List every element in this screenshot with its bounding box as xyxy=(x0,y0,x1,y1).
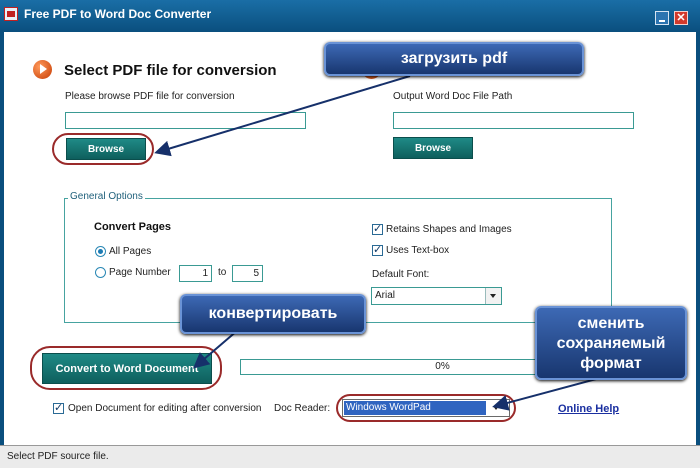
callout-format-line3: формат xyxy=(580,355,642,372)
callout-format-line1: сменить xyxy=(577,315,645,332)
app-window: Free PDF to Word Doc Converter ✕ Select … xyxy=(0,0,700,468)
format-arrow xyxy=(492,377,601,411)
callout-change-format: сменить сохраняемый формат xyxy=(535,306,687,380)
callout-upload-pdf: загрузить pdf xyxy=(324,42,584,76)
upload-arrow xyxy=(154,75,411,157)
callout-convert: конвертировать xyxy=(180,294,366,334)
callout-format-line2: сохраняемый xyxy=(556,335,666,352)
